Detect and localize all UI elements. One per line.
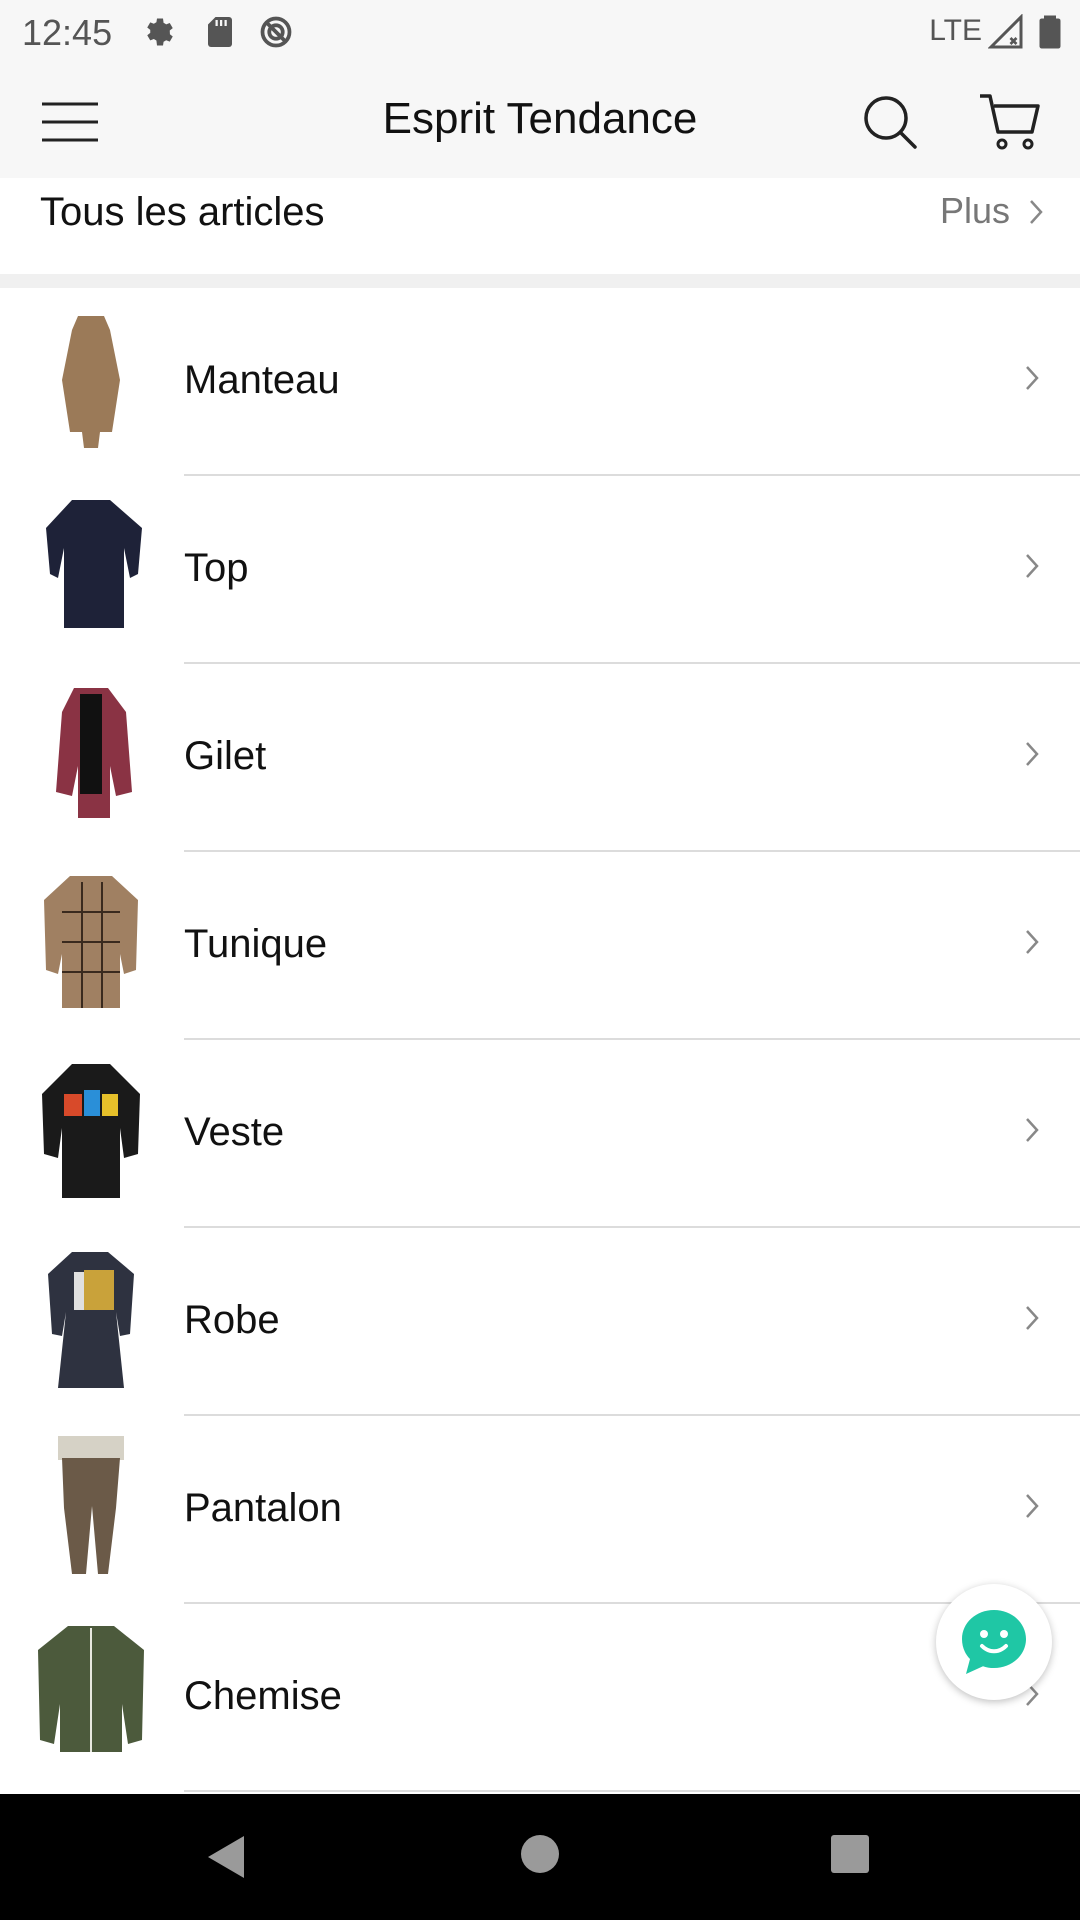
status-time: 12:45	[22, 12, 113, 53]
battery-icon	[1039, 15, 1061, 49]
status-bar: 12:45 LTE	[0, 0, 1080, 64]
sync-disabled-icon	[260, 16, 292, 48]
category-label: Tunique	[184, 922, 328, 966]
chevron-right-icon	[1026, 366, 1039, 390]
chevron-right-icon	[1030, 200, 1043, 224]
category-thumbnail	[44, 876, 138, 1008]
category-label: Pantalon	[184, 1486, 342, 1530]
back-icon[interactable]	[206, 1834, 246, 1880]
home-icon[interactable]	[520, 1834, 560, 1874]
network-type: LTE	[929, 14, 982, 47]
category-thumbnail	[38, 1626, 144, 1752]
section-title: Tous les articles	[40, 190, 325, 234]
chevron-right-icon	[1026, 930, 1039, 954]
chevron-right-icon	[1026, 554, 1039, 578]
section-gap	[0, 274, 1080, 288]
chevron-right-icon	[1026, 1118, 1039, 1142]
category-label: Robe	[184, 1298, 280, 1342]
category-thumbnail	[48, 1252, 134, 1388]
category-row-top[interactable]: Top	[0, 476, 1080, 664]
category-label: Top	[184, 546, 249, 590]
app-bar: Esprit Tendance	[0, 64, 1080, 178]
category-thumbnail	[56, 688, 132, 818]
divider	[184, 1790, 1080, 1792]
category-thumbnail	[58, 1436, 124, 1574]
category-row-tunique[interactable]: Tunique	[0, 852, 1080, 1040]
category-label: Veste	[184, 1110, 285, 1154]
category-row-gilet[interactable]: Gilet	[0, 664, 1080, 852]
category-row-chemise[interactable]: Chemise	[0, 1604, 1080, 1792]
recents-icon[interactable]	[830, 1834, 870, 1874]
category-thumbnail	[46, 500, 142, 628]
chevron-right-icon	[1026, 1306, 1039, 1330]
category-row-pantalon[interactable]: Pantalon	[0, 1416, 1080, 1604]
category-label: Gilet	[184, 734, 267, 778]
section-header: Tous les articles Plus	[0, 178, 1080, 274]
category-thumbnail	[62, 316, 120, 448]
chevron-right-icon	[1026, 1494, 1039, 1518]
sd-card-icon	[208, 17, 232, 47]
search-icon[interactable]	[862, 94, 918, 150]
gear-icon	[147, 18, 173, 46]
category-label: Manteau	[184, 358, 340, 402]
chat-bot-icon	[962, 1610, 1026, 1674]
chat-button[interactable]	[936, 1584, 1052, 1700]
app-title: Esprit Tendance	[382, 94, 698, 143]
category-thumbnail	[42, 1064, 140, 1198]
cart-icon[interactable]	[978, 90, 1042, 152]
category-list: Manteau Top Gilet Tunique Veste Robe Pan…	[0, 288, 1080, 1792]
system-nav-bar	[0, 1794, 1080, 1920]
category-label: Chemise	[184, 1674, 342, 1718]
category-row-veste[interactable]: Veste	[0, 1040, 1080, 1228]
chevron-right-icon	[1026, 742, 1039, 766]
category-row-robe[interactable]: Robe	[0, 1228, 1080, 1416]
category-row-manteau[interactable]: Manteau	[0, 288, 1080, 476]
signal-icon	[988, 14, 1023, 49]
more-link[interactable]: Plus	[940, 190, 1010, 232]
